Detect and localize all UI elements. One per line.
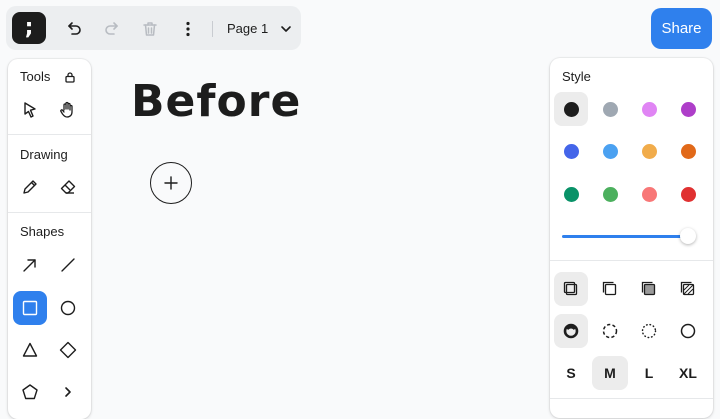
style-section-title: Style — [562, 69, 591, 84]
opacity-slider-thumb[interactable] — [680, 228, 696, 244]
color-swatch[interactable] — [672, 177, 706, 211]
crosshair-cursor-icon — [150, 162, 192, 204]
color-swatch-dot — [681, 186, 697, 202]
color-swatch-dot — [642, 144, 658, 159]
dash-dashed-icon[interactable] — [593, 314, 627, 348]
dash-draw-icon[interactable] — [554, 314, 588, 348]
panel-divider — [550, 398, 713, 399]
select-icon[interactable] — [13, 93, 47, 127]
ellipse-icon[interactable] — [51, 291, 85, 325]
undo-icon[interactable] — [63, 18, 85, 40]
panel-divider — [550, 260, 713, 261]
color-swatch[interactable] — [554, 135, 588, 169]
page-selector-label[interactable]: Page 1 — [227, 21, 268, 36]
color-swatch-dot — [681, 101, 697, 117]
diamond-icon[interactable] — [51, 333, 85, 367]
eraser-icon[interactable] — [51, 170, 85, 204]
color-swatch[interactable] — [593, 135, 627, 169]
color-swatch[interactable] — [554, 92, 588, 126]
size-xlarge-button[interactable]: XL — [670, 356, 706, 390]
trash-icon[interactable] — [139, 18, 161, 40]
color-swatch-dot — [563, 144, 579, 159]
fill-solid-icon[interactable] — [632, 272, 666, 306]
color-swatch[interactable] — [593, 92, 627, 126]
toolbar-divider — [212, 21, 213, 37]
style-panel: Style S M L XL — [550, 58, 713, 418]
size-large-button[interactable]: L — [631, 356, 667, 390]
pentagon-icon[interactable] — [13, 375, 47, 409]
size-medium-button[interactable]: M — [592, 356, 628, 390]
tools-panel: Tools Drawing Shapes — [8, 59, 91, 419]
share-button[interactable]: Share — [651, 8, 712, 49]
color-swatch[interactable] — [554, 177, 588, 211]
arrow-icon[interactable] — [13, 248, 47, 282]
lock-icon[interactable] — [64, 70, 76, 88]
rectangle-icon[interactable] — [13, 291, 47, 325]
panel-divider — [8, 212, 91, 213]
color-swatch[interactable] — [672, 92, 706, 126]
fill-none-icon[interactable] — [554, 272, 588, 306]
opacity-slider-track[interactable] — [562, 235, 689, 238]
dash-solid-icon[interactable] — [671, 314, 705, 348]
color-swatch[interactable] — [633, 92, 667, 126]
redo-icon[interactable] — [101, 18, 123, 40]
color-swatch-dot — [642, 186, 658, 202]
chevron-right-icon[interactable] — [51, 375, 85, 409]
color-swatch-dot — [563, 101, 579, 117]
hand-icon[interactable] — [51, 93, 85, 127]
size-small-button[interactable]: S — [553, 356, 589, 390]
color-swatch[interactable] — [633, 135, 667, 169]
color-swatch[interactable] — [672, 135, 706, 169]
pencil-icon[interactable] — [13, 170, 47, 204]
color-swatch-dot — [602, 186, 618, 202]
color-swatch-dot — [681, 144, 697, 159]
tools-section-title: Tools — [20, 69, 51, 84]
color-swatch[interactable] — [593, 177, 627, 211]
line-icon[interactable] — [51, 248, 85, 282]
dash-dotted-icon[interactable] — [632, 314, 666, 348]
color-swatch[interactable] — [633, 177, 667, 211]
fill-semi-icon[interactable] — [593, 272, 627, 306]
chevron-down-icon[interactable] — [275, 18, 297, 40]
triangle-icon[interactable] — [13, 333, 47, 367]
color-swatch-dot — [642, 101, 658, 117]
canvas-text-shape[interactable]: Before — [131, 76, 301, 127]
color-swatch-dot — [563, 186, 579, 202]
main-menu-button[interactable]: ; — [12, 12, 46, 44]
top-toolbar: ; Page 1 — [6, 6, 301, 50]
shapes-section-title: Shapes — [20, 224, 65, 239]
drawing-section-title: Drawing — [20, 147, 68, 162]
panel-divider — [8, 134, 91, 135]
more-vertical-icon[interactable] — [177, 18, 199, 40]
fill-pattern-icon[interactable] — [671, 272, 705, 306]
color-swatch-dot — [602, 101, 618, 117]
color-swatch-dot — [602, 144, 618, 159]
